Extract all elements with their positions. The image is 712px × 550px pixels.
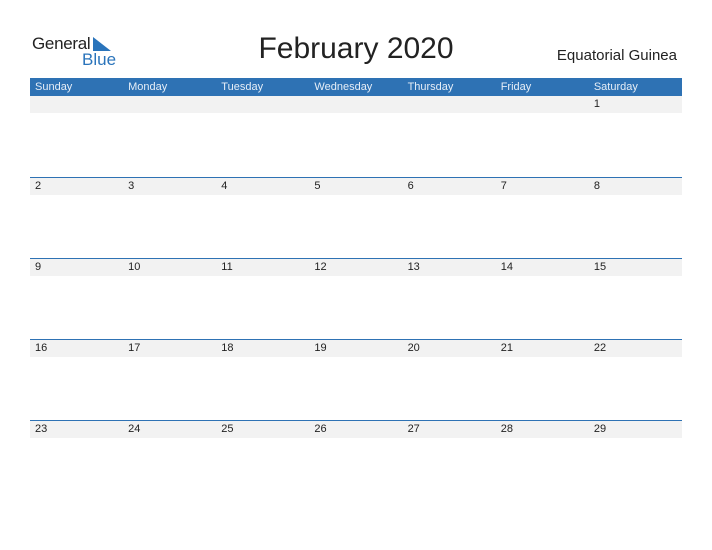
week-row: 2 3 4 5 6 7 8 xyxy=(30,177,682,258)
country-label: Equatorial Guinea xyxy=(556,47,677,64)
day-cell: 21 xyxy=(500,342,513,354)
weekday-tuesday: Tuesday xyxy=(221,81,264,93)
day-cell: 26 xyxy=(314,423,327,435)
day-cell: 19 xyxy=(314,342,327,354)
day-cell: 25 xyxy=(221,423,234,435)
day-cell xyxy=(309,96,402,113)
weekday-thursday: Thursday xyxy=(407,81,454,93)
weekday-wednesday: Wednesday xyxy=(314,81,373,93)
day-cell xyxy=(30,96,123,113)
day-cell: 13 xyxy=(407,261,420,273)
day-cell: 27 xyxy=(407,423,420,435)
day-cell: 23 xyxy=(35,423,48,435)
weekday-monday: Monday xyxy=(128,81,168,93)
weekday-saturday: Saturday xyxy=(593,81,638,93)
weekday-header: Sunday Monday Tuesday Wednesday Thursday… xyxy=(30,78,682,96)
week-row: 16 17 18 19 20 21 22 xyxy=(30,339,682,420)
date-band: 9 10 11 12 13 14 15 xyxy=(30,259,682,276)
day-cell: 16 xyxy=(35,342,48,354)
week-row: 1 xyxy=(30,96,682,177)
day-cell: 18 xyxy=(221,342,234,354)
day-cell: 1 xyxy=(593,98,600,110)
date-band: 2 3 4 5 6 7 8 xyxy=(30,178,682,195)
day-cell xyxy=(216,96,309,113)
day-cell: 7 xyxy=(500,180,507,192)
day-cell: 3 xyxy=(128,180,135,192)
day-cell: 15 xyxy=(593,261,607,273)
day-cell: 2 xyxy=(35,180,42,192)
day-cell: 4 xyxy=(221,180,228,192)
calendar-grid: Sunday Monday Tuesday Wednesday Thursday… xyxy=(30,78,682,501)
day-cell: 11 xyxy=(221,261,233,273)
week-row: 9 10 11 12 13 14 15 xyxy=(30,258,682,339)
day-cell: 6 xyxy=(407,180,414,192)
weekday-friday: Friday xyxy=(500,81,532,93)
date-band: 1 xyxy=(30,96,682,113)
day-cell: 24 xyxy=(128,423,141,435)
day-cell: 8 xyxy=(593,180,600,192)
day-cell: 12 xyxy=(314,261,327,273)
day-cell xyxy=(496,96,589,113)
day-cell xyxy=(403,96,496,113)
day-cell: 17 xyxy=(128,342,141,354)
day-cell: 29 xyxy=(593,423,607,435)
day-cell: 28 xyxy=(500,423,513,435)
day-cell: 20 xyxy=(407,342,420,354)
date-band: 16 17 18 19 20 21 22 xyxy=(30,340,682,357)
day-cell: 10 xyxy=(128,261,141,273)
day-cell: 14 xyxy=(500,261,513,273)
day-cell: 9 xyxy=(35,261,42,273)
weekday-sunday: Sunday xyxy=(35,81,73,93)
day-cell: 5 xyxy=(314,180,321,192)
week-row: 23 24 25 26 27 28 29 xyxy=(30,420,682,501)
day-cell xyxy=(123,96,216,113)
date-band: 23 24 25 26 27 28 29 xyxy=(30,421,682,438)
day-cell: 22 xyxy=(593,342,607,354)
